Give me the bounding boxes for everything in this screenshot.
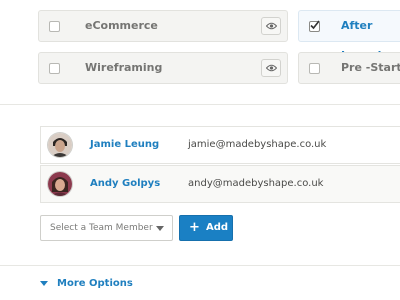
task-label: After Launch: [341, 19, 385, 62]
task-pre-start[interactable]: Pre -Start: [298, 52, 400, 84]
section-divider: [0, 104, 400, 105]
task-label: Pre -Start: [341, 61, 400, 74]
team-member-select[interactable]: Select a Team Member: [40, 215, 173, 241]
task-ecommerce[interactable]: eCommerce: [38, 10, 288, 42]
triangle-down-icon: [40, 281, 48, 286]
eye-icon[interactable]: [261, 17, 281, 35]
eye-icon[interactable]: [261, 59, 281, 77]
avatar[interactable]: [48, 172, 72, 196]
section-divider: [0, 265, 400, 266]
task-label: eCommerce: [85, 19, 158, 32]
member-name[interactable]: Jamie Leung: [90, 127, 159, 163]
plus-icon: +: [189, 220, 200, 235]
team-member-row: Andy Golpys andy@madebyshape.co.uk: [40, 165, 400, 203]
team-member-row: Jamie Leung jamie@madebyshape.co.uk: [40, 126, 400, 164]
task-checkbox[interactable]: [309, 63, 320, 74]
task-checkbox[interactable]: [49, 21, 60, 32]
task-label: Wireframing: [85, 61, 163, 74]
task-checkbox[interactable]: [49, 63, 60, 74]
task-checkbox[interactable]: [309, 20, 320, 32]
chevron-down-icon: [156, 226, 164, 231]
more-options-label: More Options: [57, 278, 133, 289]
avatar[interactable]: [48, 133, 72, 157]
member-name[interactable]: Andy Golpys: [90, 166, 160, 202]
task-after-launch[interactable]: After Launch: [298, 10, 400, 62]
task-wireframing[interactable]: Wireframing: [38, 52, 288, 84]
add-member-button[interactable]: + Add: [179, 215, 233, 241]
member-email: andy@madebyshape.co.uk: [188, 178, 324, 189]
add-button-label: Add: [206, 222, 229, 233]
member-email: jamie@madebyshape.co.uk: [188, 139, 327, 150]
select-value: Select a Team Member: [50, 223, 153, 233]
checkmark-icon: [310, 20, 320, 30]
